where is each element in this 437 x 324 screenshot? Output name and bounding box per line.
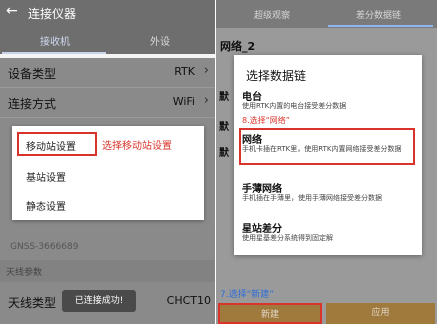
tab-bar: 超级观察 差分数据链: [216, 0, 437, 28]
antenna-type-label: 天线类型: [8, 296, 57, 310]
settings-popup-menu: 移动站设置 选择移动站设置 基站设置 静态设置: [12, 126, 204, 220]
instruction-annotation: 7.选择“新建”: [220, 290, 274, 300]
option-satellite-diff-desc: 使用星基差分系统得到固定解: [242, 234, 333, 242]
tab-super-observe[interactable]: 超级观察: [254, 8, 290, 21]
title-bar: ← 连接仪器: [0, 0, 215, 26]
chevron-right-icon: ›: [203, 93, 209, 108]
menu-item-static-settings[interactable]: 静态设置: [26, 198, 66, 213]
option-network-desc: 手机卡插在RTK里，使用RTK内置网络接受差分数据: [242, 145, 402, 153]
network-label: 网络_2: [220, 40, 256, 53]
side-label: 默: [219, 92, 229, 103]
select-datalink-dialog: 选择数据链 电台 使用RTK内置的电台接受差分数据 8.选择“网络” 网络 手机…: [234, 55, 422, 255]
tab-bar: 接收机 外设: [0, 26, 215, 54]
antenna-section-header: 天线参数: [0, 260, 215, 282]
side-label: 默: [219, 122, 229, 133]
device-type-value: RTK: [174, 65, 195, 78]
chevron-right-icon: ›: [203, 63, 209, 78]
menu-item-rover-settings[interactable]: 移动站设置: [26, 138, 76, 153]
new-button[interactable]: 新建: [218, 303, 322, 324]
toast-message: 已连接成功!: [62, 290, 136, 312]
active-tab-indicator: [2, 52, 106, 54]
dialog-title: 选择数据链: [246, 69, 307, 83]
device-type-label: 设备类型: [8, 67, 57, 81]
connection-method-row[interactable]: 连接方式 WiFi ›: [0, 88, 215, 118]
connection-method-value: WiFi: [172, 95, 195, 108]
antenna-section-title: 天线参数: [6, 268, 43, 278]
page-title: 连接仪器: [28, 7, 77, 21]
apply-button[interactable]: 应用: [326, 303, 435, 324]
option-handbook-network-desc: 手机插在手薄里，使用手薄网络接受差分数据: [242, 194, 382, 202]
left-screen: ← 连接仪器 接收机 外设 设备类型 RTK › 连接方式 WiFi › GNS…: [0, 0, 215, 324]
active-tab-indicator: [328, 25, 433, 27]
gnss-device-row[interactable]: GNSS-3666689: [0, 234, 215, 260]
tab-receiver[interactable]: 接收机: [40, 33, 70, 48]
right-screen: 超级观察 差分数据链 网络_2 默 默 默 选择数据链 电台 使用RTK内置的电…: [216, 0, 437, 324]
tab-peripheral[interactable]: 外设: [150, 33, 170, 48]
option-radio-desc: 使用RTK内置的电台接受差分数据: [242, 102, 347, 110]
gnss-device-name: GNSS-3666689: [10, 242, 79, 252]
instruction-annotation: 选择移动站设置: [102, 141, 172, 152]
side-label: 默: [219, 148, 229, 159]
instruction-annotation: 8.选择“网络”: [242, 116, 290, 125]
back-arrow-icon[interactable]: ←: [6, 3, 18, 19]
device-type-row[interactable]: 设备类型 RTK ›: [0, 58, 215, 88]
antenna-type-value: CHCT10: [166, 294, 211, 307]
tab-diff-datalink[interactable]: 差分数据链: [356, 8, 401, 21]
connection-method-label: 连接方式: [8, 97, 57, 111]
menu-item-base-settings[interactable]: 基站设置: [26, 169, 66, 184]
